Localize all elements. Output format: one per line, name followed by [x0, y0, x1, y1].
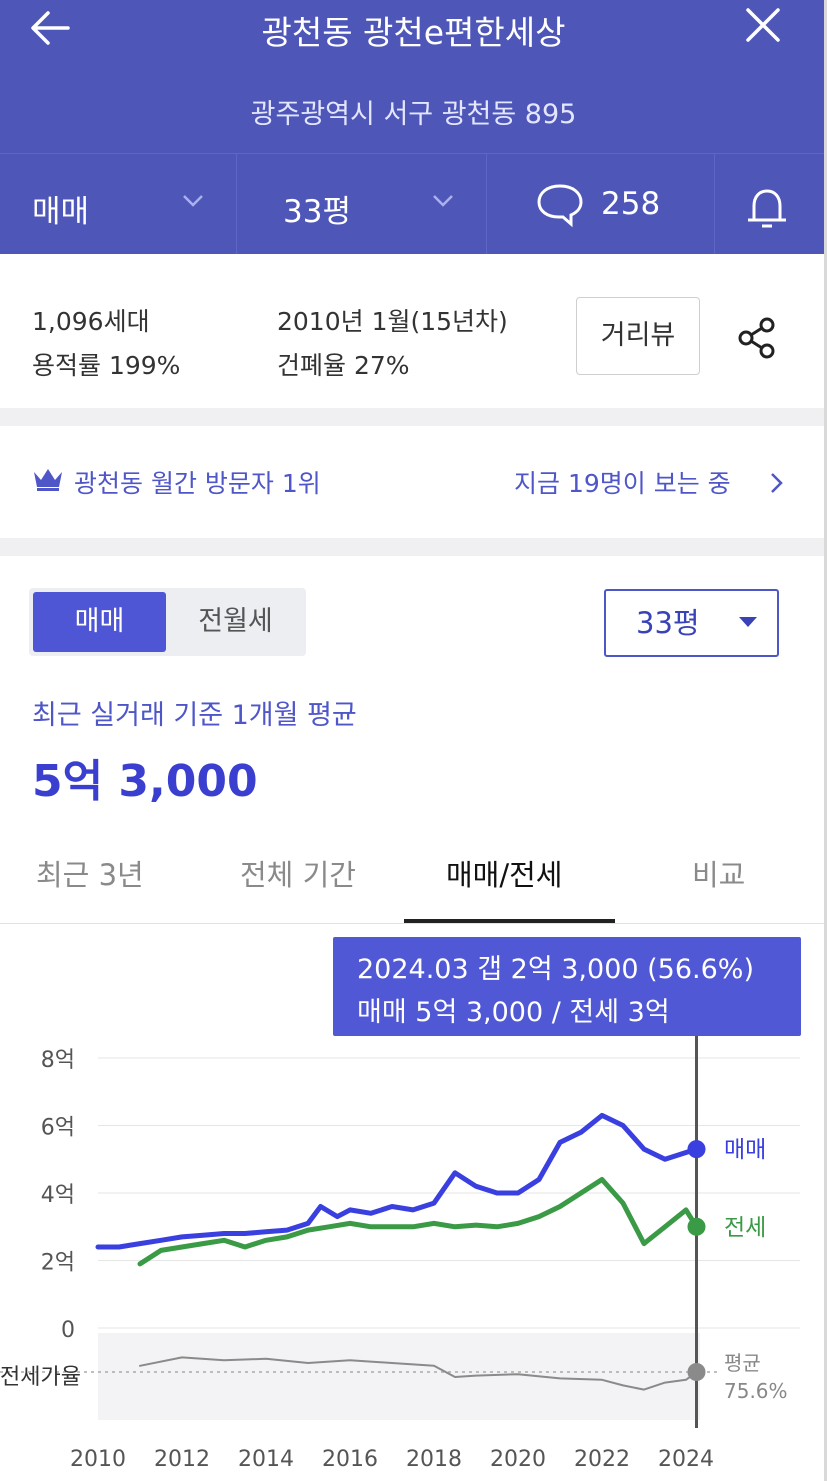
jeonse-series-label: 전세	[724, 1215, 766, 1241]
comment-count: 258	[601, 186, 661, 222]
size-select[interactable]: 33평	[604, 589, 779, 657]
share-icon[interactable]	[736, 316, 778, 360]
jeonse-price-line	[137, 1177, 699, 1267]
ratio-average-value: 75.6%	[724, 1379, 788, 1403]
period-tabs: 최근 3년 전체 기간 매매/전세 비교	[0, 840, 827, 924]
segment-rent[interactable]: 전월세	[169, 592, 302, 652]
chevron-down-icon	[183, 195, 203, 207]
dropdown-triangle-icon	[739, 617, 757, 627]
y-tick-label: 8억	[41, 1048, 75, 1073]
trade-segment-control: 매매 전월세	[29, 588, 306, 656]
trade-type-label: 매매	[32, 194, 90, 230]
x-tick-label: 2018	[406, 1447, 462, 1472]
app-header: 광천동 광천e편한세상 광주광역시 서구 광천동 895 매매 33평 258	[0, 0, 827, 255]
coverage-ratio: 건폐율 27%	[277, 351, 410, 380]
households: 1,096세대	[32, 307, 150, 336]
ratio-axis-label: 전세가율	[0, 1365, 81, 1390]
sale-end-point	[687, 1140, 706, 1159]
y-tick-label: 0	[61, 1318, 75, 1343]
street-view-button[interactable]: 거리뷰	[576, 297, 700, 375]
comment-icon	[537, 184, 583, 228]
tooltip-gap: 2024.03 갭 2억 3,000 (56.6%)	[357, 954, 754, 985]
close-icon[interactable]	[740, 6, 786, 46]
complex-info: 1,096세대 용적률 199% 2010년 1월(15년차) 건폐율 27%	[0, 254, 827, 408]
tab-compare[interactable]: 비교	[692, 852, 745, 894]
y-tick-label: 6억	[41, 1116, 75, 1141]
section-divider	[0, 408, 827, 426]
chart-tooltip: 2024.03 갭 2억 3,000 (56.6%) 매매 5억 3,000 /…	[333, 937, 801, 1036]
tooltip-prices: 매매 5억 3,000 / 전세 3억	[357, 997, 670, 1028]
x-tick-label: 2020	[490, 1447, 546, 1472]
tab-recent-3y[interactable]: 최근 3년	[36, 852, 144, 894]
viewers-now: 지금 19명이 보는 중	[514, 469, 731, 498]
active-tab-indicator	[404, 919, 615, 923]
filter-bar: 매매 33평 258	[0, 153, 827, 255]
floor-area-ratio: 용적률 199%	[32, 351, 181, 380]
visitor-rank-banner[interactable]: 광천동 월간 방문자 1위 지금 19명이 보는 중	[0, 426, 827, 538]
section-divider	[0, 538, 827, 556]
crown-icon	[34, 469, 62, 491]
size-label: 33평	[283, 194, 351, 230]
ratio-average-label: 평균	[724, 1351, 761, 1375]
size-select-value: 33평	[636, 606, 700, 640]
average-price: 5억 3,000	[32, 756, 258, 807]
address: 광주광역시 서구 광천동 895	[250, 99, 577, 130]
y-tick-label: 2억	[41, 1251, 75, 1276]
x-tick-label: 2022	[574, 1447, 630, 1472]
chevron-right-icon	[771, 473, 783, 493]
x-tick-label: 2014	[238, 1447, 294, 1472]
tab-sale-jeonse[interactable]: 매매/전세	[446, 852, 563, 894]
page-title: 광천동 광천e편한세상	[261, 13, 566, 52]
size-dropdown[interactable]: 33평	[237, 154, 487, 255]
x-tick-label: 2012	[154, 1447, 210, 1472]
x-tick-label: 2024	[658, 1447, 714, 1472]
trade-type-dropdown[interactable]: 매매	[0, 154, 237, 255]
rank-label: 광천동 월간 방문자 1위	[74, 469, 321, 498]
bell-icon[interactable]	[742, 184, 792, 232]
ratio-end-point	[687, 1363, 706, 1381]
comments-button[interactable]: 258	[487, 154, 715, 255]
segment-sale[interactable]: 매매	[33, 592, 166, 652]
x-tick-label: 2016	[322, 1447, 378, 1472]
chevron-down-icon	[433, 195, 453, 207]
jeonse-end-point	[687, 1217, 706, 1236]
y-tick-label: 4억	[41, 1183, 75, 1208]
sale-series-label: 매매	[724, 1137, 766, 1163]
x-tick-label: 2010	[70, 1447, 126, 1472]
built-year: 2010년 1월(15년차)	[277, 307, 508, 336]
price-basis: 최근 실거래 기준 1개월 평균	[32, 700, 357, 731]
ratio-band-bg	[98, 1333, 700, 1420]
tab-all-period[interactable]: 전체 기간	[240, 852, 356, 894]
